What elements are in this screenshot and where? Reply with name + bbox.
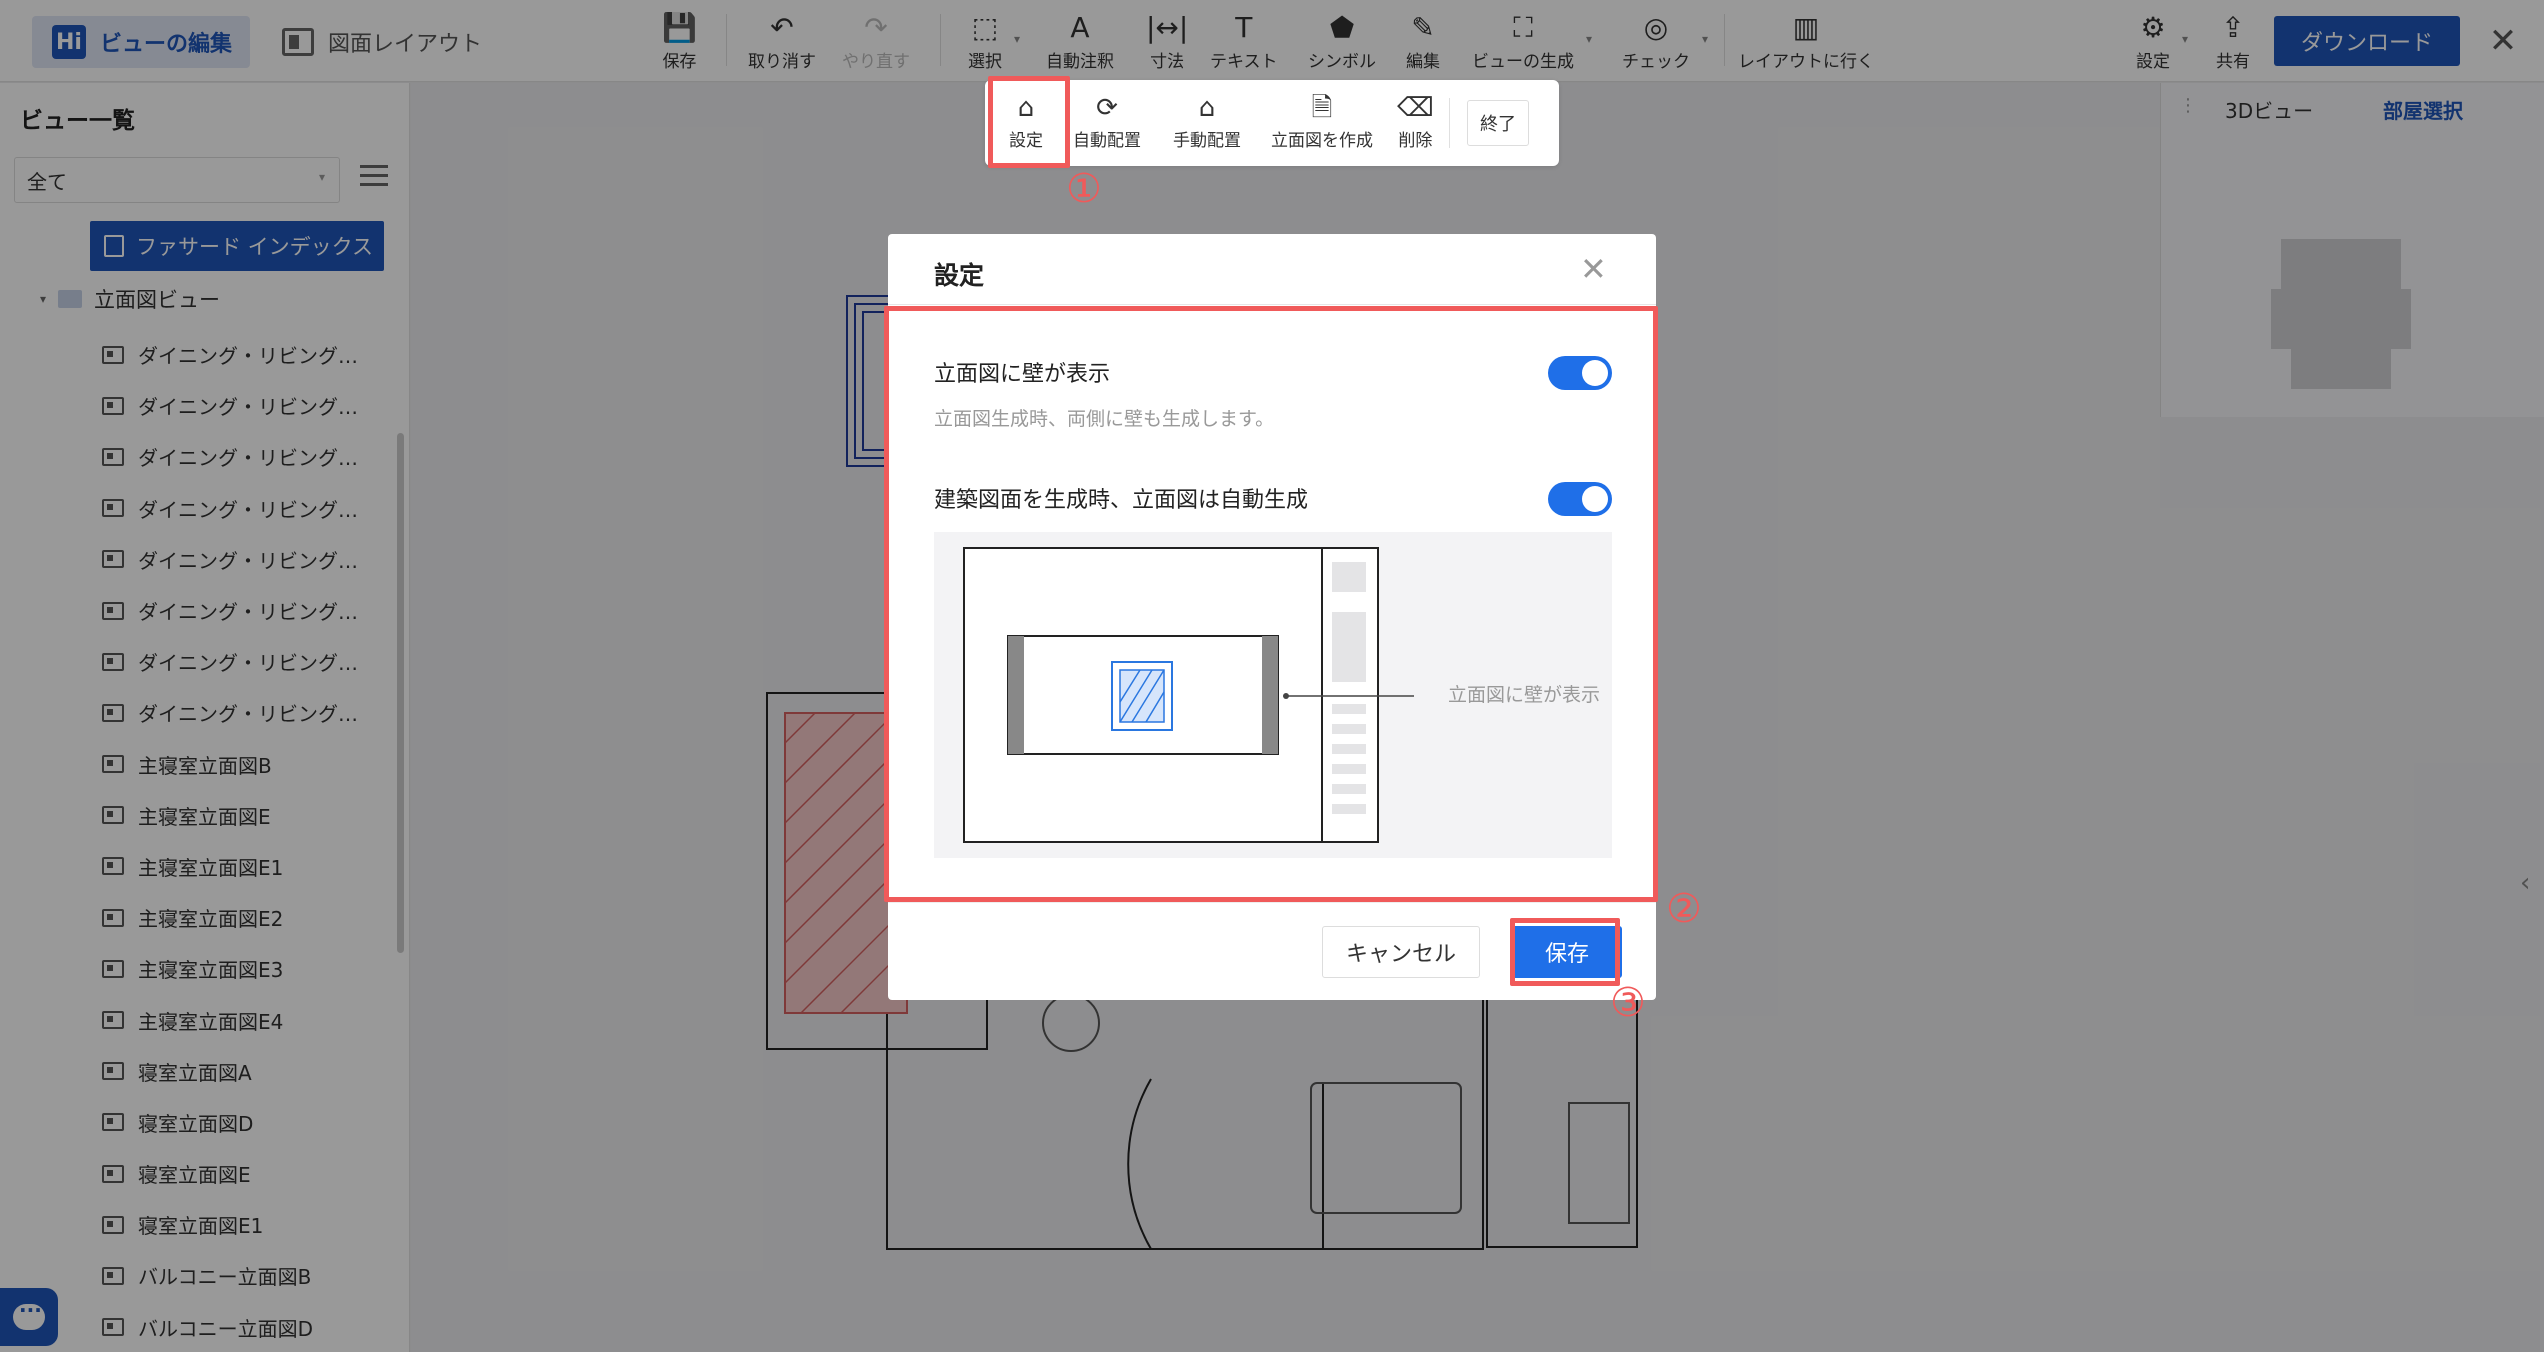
highlight-box-step1 [988,76,1070,168]
delete-button[interactable]: ⌫ 削除 [1397,94,1434,151]
create-elevation-button[interactable]: 🗎 立面図を作成 [1271,94,1373,151]
manual-place-label: 手動配置 [1173,131,1241,151]
cancel-button[interactable]: キャンセル [1322,926,1480,978]
close-icon[interactable]: ✕ [1580,250,1607,288]
highlight-box-step2 [884,306,1658,902]
elevation-subtoolbar: ⌂ 設定 ⟳ 自動配置 ⌂ 手動配置 🗎 立面図を作成 ⌫ 削除 終了 [985,80,1559,166]
end-button[interactable]: 終了 [1467,100,1529,146]
step3-marker: ③ [1610,980,1646,1026]
auto-place-label: 自動配置 [1073,131,1141,151]
create-elevation-icon: 🗎 [1311,93,1333,123]
step2-marker: ② [1666,886,1702,932]
step1-marker: ① [1066,166,1102,212]
create-elevation-label: 立面図を作成 [1271,131,1373,151]
subtoolbar-divider [1449,98,1450,148]
dialog-title: 設定 [934,261,985,290]
manual-place-button[interactable]: ⌂ 手動配置 [1173,94,1241,151]
highlight-box-step3 [1510,918,1620,986]
dialog-footer-divider [888,902,1656,903]
dialog-divider [888,304,1656,305]
eraser-icon: ⌫ [1397,93,1434,123]
auto-place-button[interactable]: ⟳ 自動配置 [1073,94,1141,151]
manual-place-icon: ⌂ [1198,93,1216,123]
delete-label: 削除 [1398,131,1433,151]
auto-place-icon: ⟳ [1096,93,1118,123]
